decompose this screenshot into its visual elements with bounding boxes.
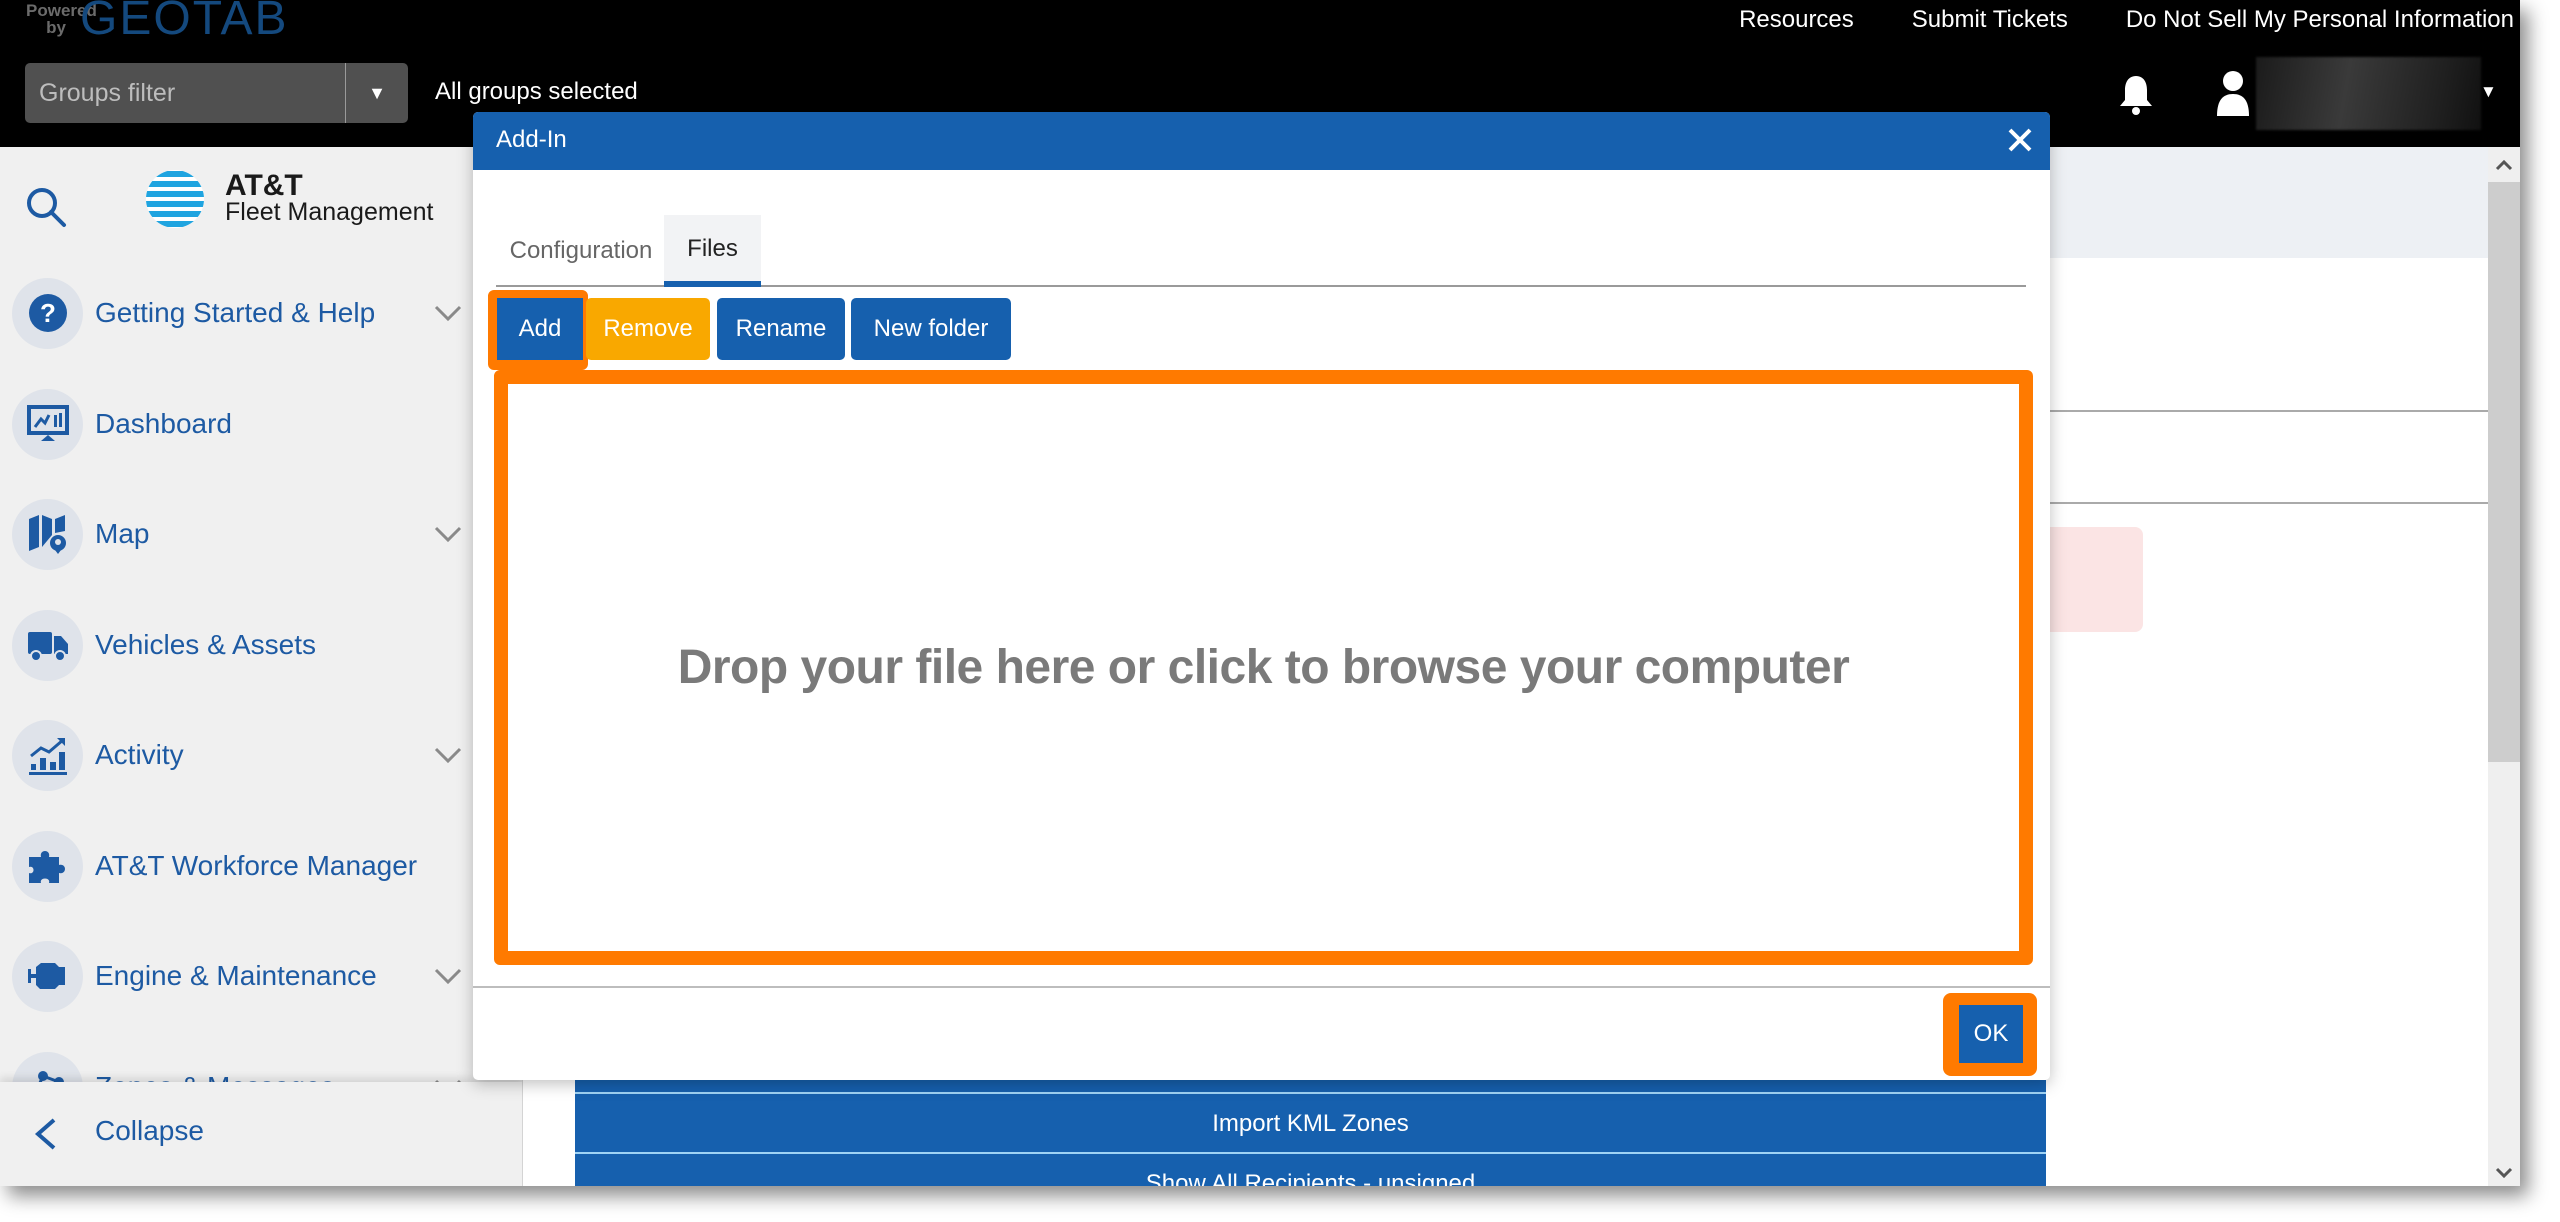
ok-button[interactable]: OK — [1959, 1005, 2023, 1063]
scrollbar-thumb[interactable] — [2488, 182, 2520, 762]
sidebar: AT&T Fleet Management ? Getting Started … — [0, 147, 523, 1186]
search-icon[interactable] — [24, 185, 68, 229]
notification-bell-icon[interactable] — [2116, 72, 2156, 116]
chevron-down-icon[interactable] — [433, 525, 463, 543]
activity-chart-icon — [28, 738, 67, 775]
sidebar-item-workforce-manager[interactable]: AT&T Workforce Manager — [0, 816, 522, 916]
chevron-down-icon[interactable] — [433, 746, 463, 764]
dashboard-monitor-icon — [26, 405, 69, 441]
chevron-left-icon — [34, 1118, 56, 1150]
sidebar-item-label: Getting Started & Help — [95, 297, 376, 328]
scroll-down-icon[interactable] — [2495, 1167, 2513, 1179]
add-button[interactable]: Add — [497, 298, 583, 360]
app-window: Powered by GEOTAB Groups filter ▼ All gr… — [0, 0, 2520, 1186]
sidebar-item-label: AT&T Workforce Manager — [95, 850, 418, 881]
groups-filter[interactable]: Groups filter ▼ — [25, 63, 408, 123]
map-icon — [28, 515, 66, 554]
att-globe-icon — [146, 170, 204, 228]
dialog-footer-divider — [473, 986, 2050, 988]
sidebar-item-label: Map — [95, 518, 150, 549]
brand-name: AT&T — [225, 169, 303, 202]
truck-icon — [27, 632, 68, 662]
sidebar-item-activity[interactable]: Activity — [0, 705, 522, 805]
new-folder-button[interactable]: New folder — [851, 298, 1011, 360]
sidebar-item-label: Engine & Maintenance — [95, 960, 377, 991]
submit-tickets-link[interactable]: Submit Tickets — [1912, 6, 2068, 34]
sidebar-item-label: Vehicles & Assets — [95, 629, 317, 660]
import-kml-zones-button[interactable]: Import KML Zones — [575, 1096, 2046, 1152]
do-not-sell-link[interactable]: Do Not Sell My Personal Information — [2126, 6, 2514, 34]
svg-text:?: ? — [40, 298, 56, 328]
action-list: Import KML Zones Show All Recipients - u… — [575, 1080, 2046, 1186]
sidebar-item-label: Dashboard — [95, 408, 232, 439]
dialog-title: Add-In — [496, 126, 567, 153]
show-all-recipients-button[interactable]: Show All Recipients - unsigned — [575, 1156, 2046, 1186]
header-links: Resources Submit Tickets Do Not Sell My … — [1739, 6, 2514, 34]
puzzle-icon — [28, 851, 65, 883]
divider — [575, 1152, 2046, 1154]
collapse-label: Collapse — [95, 1115, 204, 1146]
groups-status: All groups selected — [435, 78, 638, 105]
dialog-tabs: Configuration Files — [496, 215, 2026, 287]
remove-button[interactable]: Remove — [586, 298, 710, 360]
divider — [575, 1092, 2046, 1094]
engine-icon — [27, 963, 65, 989]
user-menu-caret-icon[interactable]: ▼ — [2480, 82, 2497, 102]
brand-subtitle: Fleet Management — [225, 198, 434, 226]
close-icon[interactable] — [2004, 124, 2036, 156]
sidebar-item-dashboard[interactable]: Dashboard — [0, 374, 522, 474]
sidebar-item-map[interactable]: Map — [0, 484, 522, 584]
help-circle-icon: ? — [28, 294, 67, 332]
powered-by-text: Powered by — [26, 1, 97, 37]
resources-link[interactable]: Resources — [1739, 6, 1854, 34]
vertical-scrollbar[interactable] — [2488, 147, 2520, 1186]
rename-button[interactable]: Rename — [717, 298, 845, 360]
dialog-header: Add-In — [473, 112, 2050, 170]
tab-files[interactable]: Files — [664, 215, 761, 287]
sidebar-item-label: Activity — [95, 739, 184, 770]
sidebar-item-engine-maintenance[interactable]: Engine & Maintenance — [0, 926, 522, 1026]
collapse-button[interactable]: Collapse — [0, 1082, 522, 1186]
scroll-up-icon[interactable] — [2495, 159, 2513, 171]
groups-filter-dropdown-icon[interactable]: ▼ — [346, 63, 408, 123]
chevron-down-icon[interactable] — [433, 967, 463, 985]
drop-zone-text: Drop your file here or click to browse y… — [677, 641, 1850, 694]
chevron-down-icon[interactable] — [433, 304, 463, 322]
add-in-dialog: Add-In Configuration Files Add Remove Re… — [473, 112, 2050, 1080]
sidebar-item-getting-started[interactable]: ? Getting Started & Help — [0, 263, 522, 363]
sidebar-item-vehicles-assets[interactable]: Vehicles & Assets — [0, 595, 522, 695]
att-logo: AT&T Fleet Management — [145, 169, 433, 229]
user-name-redacted[interactable] — [2256, 57, 2481, 130]
groups-filter-input[interactable]: Groups filter — [25, 63, 346, 123]
tab-configuration[interactable]: Configuration — [496, 215, 666, 287]
user-icon[interactable] — [2215, 70, 2251, 116]
geotab-wordmark: GEOTAB — [80, 0, 289, 45]
geotab-logo: Powered by GEOTAB — [26, 0, 289, 45]
file-drop-zone[interactable]: Drop your file here or click to browse y… — [494, 370, 2033, 965]
